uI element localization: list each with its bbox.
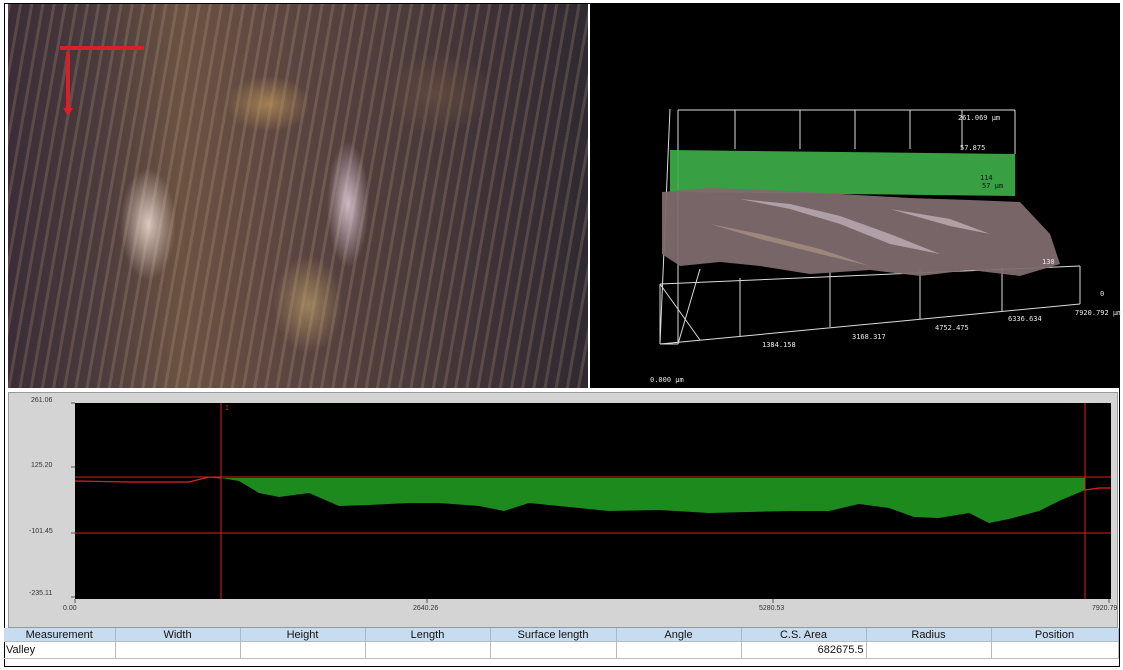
header-angle[interactable]: Angle xyxy=(616,628,742,642)
cell-measurement[interactable]: Valley xyxy=(4,641,116,659)
x-tick-4: 6336.634 xyxy=(1008,315,1042,323)
cell-angle[interactable] xyxy=(616,641,742,659)
header-cs-area[interactable]: C.S. Area xyxy=(741,628,867,642)
y-tick-1: 261.06 xyxy=(31,397,53,404)
y-tick-3: -101.45 xyxy=(29,528,53,535)
profile-graph xyxy=(71,402,1111,603)
side-label: 130 xyxy=(1042,258,1055,266)
cell-cs-area[interactable]: 682675.5 xyxy=(741,641,867,659)
x-tick-2: 3168.317 xyxy=(852,333,886,341)
y-tick-2: 125.20 xyxy=(31,462,53,469)
cell-height[interactable] xyxy=(240,641,366,659)
cell-surface-length[interactable] xyxy=(490,641,617,659)
table-row[interactable]: Valley 682675.5 xyxy=(4,641,1119,659)
header-height[interactable]: Height xyxy=(240,628,366,642)
x-tick-5: 7920.792 µm xyxy=(1075,309,1122,317)
cell-radius[interactable] xyxy=(866,641,992,659)
table-header-row: Measurement Width Height Length Surface … xyxy=(4,628,1119,642)
surface-3d-graphic xyxy=(659,108,1081,345)
header-width[interactable]: Width xyxy=(115,628,241,642)
profile-graph-panel[interactable]: 261.06 125.20 -101.45 -235.11 0.00 2640.… xyxy=(8,392,1118,628)
direction-marker-horizontal xyxy=(60,46,144,50)
header-radius[interactable]: Radius xyxy=(866,628,992,642)
x-tick-1: 0.00 xyxy=(63,605,77,612)
cell-width[interactable] xyxy=(115,641,241,659)
measurement-table: Measurement Width Height Length Surface … xyxy=(4,628,1119,659)
cell-length[interactable] xyxy=(365,641,491,659)
x-tick-1: 1384.158 xyxy=(762,341,796,349)
optical-image xyxy=(8,4,588,388)
cell-position[interactable] xyxy=(991,641,1119,659)
cursor-label: 1 xyxy=(225,405,229,412)
z-max-label: 261.069 µm xyxy=(958,114,1001,122)
y-end-label: 0 xyxy=(1100,290,1105,298)
header-length[interactable]: Length xyxy=(365,628,491,642)
header-surface-length[interactable]: Surface length xyxy=(490,628,617,642)
header-measurement[interactable]: Measurement xyxy=(4,628,116,642)
z-label-c: 57 µm xyxy=(982,182,1004,190)
direction-marker-vertical xyxy=(66,52,70,110)
x-tick-4: 7920.79 xyxy=(1092,605,1118,612)
z-label-a: 57.875 xyxy=(960,144,986,152)
x-tick-3: 5280.53 xyxy=(759,605,785,612)
x-tick-2: 2640.26 xyxy=(413,605,439,612)
z-label-b: 114 xyxy=(980,174,993,182)
surface-3d-view[interactable]: 261.069 µm 57.875 114 57 µm 0.000 µm 138… xyxy=(590,4,1122,388)
arrow-down-icon xyxy=(63,108,73,116)
origin-label: 0.000 µm xyxy=(650,376,684,384)
y-tick-4: -235.11 xyxy=(29,590,53,597)
x-tick-3: 4752.475 xyxy=(935,324,969,332)
header-position[interactable]: Position xyxy=(991,628,1119,642)
